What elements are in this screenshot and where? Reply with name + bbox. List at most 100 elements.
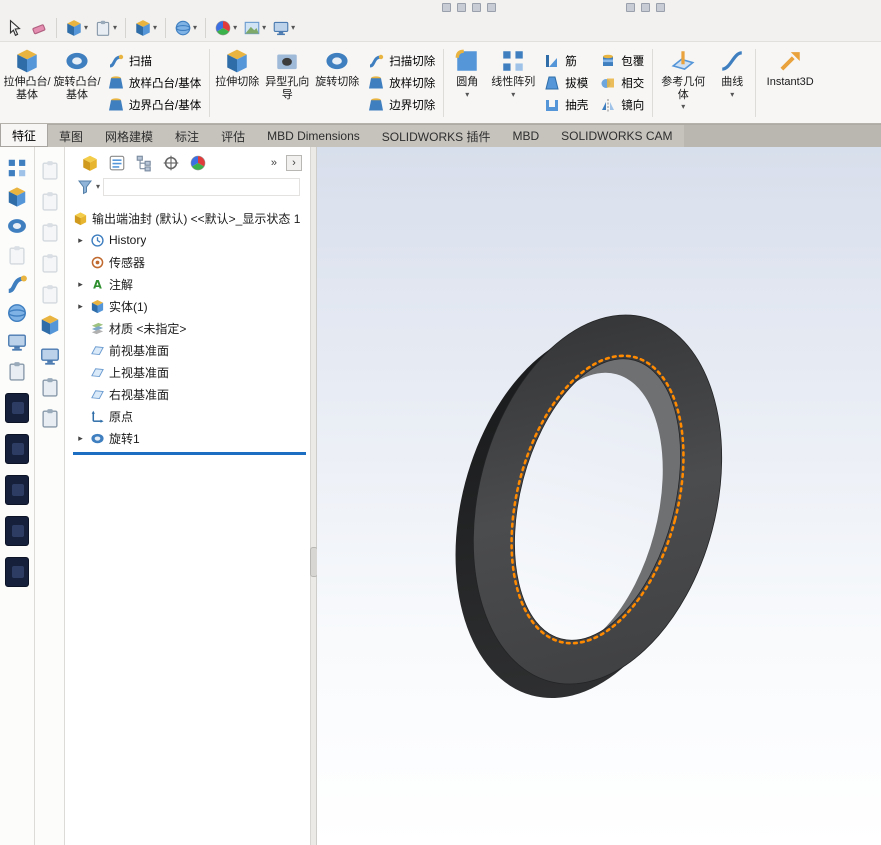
secondary-tool-button[interactable] <box>39 252 61 274</box>
shell-button[interactable]: 抽壳 <box>538 95 594 115</box>
tab-mbd-dimensions[interactable]: MBD Dimensions <box>256 125 371 147</box>
draft-button[interactable]: 拔模 <box>538 73 594 93</box>
tree-item-material[interactable]: 材质 <未指定> <box>73 317 310 339</box>
left-tool-sphere-button[interactable] <box>6 302 28 324</box>
titlebar-icon[interactable] <box>626 2 635 12</box>
rib-button[interactable]: 筋 <box>538 51 594 71</box>
display-manager-tab[interactable] <box>189 154 207 172</box>
tree-item-solid-bodies[interactable]: ▸ 实体(1) <box>73 295 310 317</box>
macro-button-3[interactable] <box>5 475 29 505</box>
dimxpert-manager-tab[interactable] <box>162 154 180 172</box>
rollback-bar[interactable] <box>73 452 306 455</box>
secondary-tool-button[interactable] <box>39 376 61 398</box>
tree-item-right-plane[interactable]: 右视基准面 <box>73 383 310 405</box>
expand-arrow-icon[interactable]: ▸ <box>75 301 86 312</box>
titlebar-icon[interactable] <box>641 2 650 12</box>
tab-scroll-icon[interactable]: » <box>271 157 277 169</box>
extrude-cut-button[interactable]: 拉伸切除 <box>212 44 262 122</box>
tree-item-origin[interactable]: 原点 <box>73 405 310 427</box>
loft-cut-button[interactable]: 放样切除 <box>362 73 441 93</box>
tree-item-sensors[interactable]: 传感器 <box>73 251 310 273</box>
secondary-tool-button[interactable] <box>39 190 61 212</box>
boundary-cut-button[interactable]: 边界切除 <box>362 95 441 115</box>
reference-geometry-button[interactable]: 参考几何体 ▾ <box>655 44 711 122</box>
macro-button-5[interactable] <box>5 557 29 587</box>
panel-expand-icon[interactable]: › <box>286 155 302 171</box>
extrude-boss-button[interactable]: 拉伸凸台/基体 <box>2 44 52 122</box>
dropdown-arrow-icon[interactable]: ▾ <box>291 23 295 32</box>
expand-arrow-icon[interactable]: ▸ <box>75 235 86 246</box>
revolve-cut-button[interactable]: 旋转切除 <box>312 44 362 122</box>
secondary-tool-button[interactable] <box>39 221 61 243</box>
export-assembly-button[interactable]: ▾ <box>92 17 119 39</box>
loft-button[interactable]: 放样凸台/基体 <box>102 73 207 93</box>
left-tool-clipboard-button[interactable] <box>6 244 28 266</box>
view-cube-button[interactable]: ▾ <box>132 17 159 39</box>
titlebar-icon[interactable] <box>487 2 496 12</box>
wrap-button[interactable]: 包覆 <box>594 51 650 71</box>
tab-solidworks-addins[interactable]: SOLIDWORKS 插件 <box>371 125 502 147</box>
tree-item-top-plane[interactable]: 上视基准面 <box>73 361 310 383</box>
tree-item-revolve1[interactable]: ▸ 旋转1 <box>73 427 310 449</box>
titlebar-icon[interactable] <box>442 2 451 12</box>
left-tool-monitor-button[interactable] <box>6 331 28 353</box>
dropdown-arrow-icon[interactable]: ▾ <box>681 103 685 111</box>
left-tool-revolve-button[interactable] <box>6 215 28 237</box>
instant3d-button[interactable]: Instant3D <box>758 44 822 122</box>
secondary-tool-active-button[interactable] <box>39 314 61 336</box>
dropdown-arrow-icon[interactable]: ▾ <box>730 90 734 99</box>
intersect-button[interactable]: 相交 <box>594 73 650 93</box>
secondary-tool-button[interactable] <box>39 407 61 429</box>
tab-features[interactable]: 特征 <box>0 124 49 147</box>
tree-item-front-plane[interactable]: 前视基准面 <box>73 339 310 361</box>
dropdown-arrow-icon[interactable]: ▾ <box>96 183 100 191</box>
dropdown-arrow-icon[interactable]: ▾ <box>84 23 88 32</box>
dropdown-arrow-icon[interactable]: ▾ <box>113 23 117 32</box>
select-pointer-button[interactable] <box>4 17 26 39</box>
left-tool-box-button[interactable] <box>6 186 28 208</box>
secondary-tool-button[interactable] <box>39 283 61 305</box>
eraser-button[interactable] <box>28 17 50 39</box>
display-settings-button[interactable]: ▾ <box>270 17 297 39</box>
expand-arrow-icon[interactable]: ▸ <box>75 279 86 290</box>
dropdown-arrow-icon[interactable]: ▾ <box>262 23 266 32</box>
left-tool-pattern-button[interactable] <box>6 157 28 179</box>
dropdown-arrow-icon[interactable]: ▾ <box>153 23 157 32</box>
macro-button-4[interactable] <box>5 516 29 546</box>
revolve-boss-button[interactable]: 旋转凸台/基体 <box>52 44 102 122</box>
dropdown-arrow-icon[interactable]: ▾ <box>465 90 469 99</box>
tab-solidworks-cam[interactable]: SOLIDWORKS CAM <box>550 125 683 147</box>
tab-mesh-modeling[interactable]: 网格建模 <box>94 125 164 147</box>
featuremanager-filter-input[interactable] <box>103 178 300 196</box>
tree-item-history[interactable]: ▸ History <box>73 229 310 251</box>
dropdown-arrow-icon[interactable]: ▾ <box>511 90 515 99</box>
mirror-button[interactable]: 镜向 <box>594 95 650 115</box>
dropdown-arrow-icon[interactable]: ▾ <box>233 23 237 32</box>
titlebar-icon[interactable] <box>472 2 481 12</box>
scene-button[interactable]: ▾ <box>241 17 268 39</box>
tab-sketch[interactable]: 草图 <box>48 125 94 147</box>
export-part-button[interactable]: ▾ <box>63 17 90 39</box>
macro-button-2[interactable] <box>5 434 29 464</box>
hole-wizard-button[interactable]: 异型孔向导 <box>262 44 312 122</box>
secondary-tool-button[interactable] <box>39 159 61 181</box>
tree-item-annotations[interactable]: ▸ 注解 <box>73 273 310 295</box>
titlebar-icon[interactable] <box>656 2 665 12</box>
curves-button[interactable]: 曲线 ▾ <box>711 44 753 122</box>
appearance-button[interactable]: ▾ <box>212 17 239 39</box>
dropdown-arrow-icon[interactable]: ▾ <box>193 23 197 32</box>
configuration-manager-tab[interactable] <box>135 154 153 172</box>
left-tool-sweep-button[interactable] <box>6 273 28 295</box>
view-orientation-button[interactable]: ▾ <box>172 17 199 39</box>
macro-button-1[interactable] <box>5 393 29 423</box>
secondary-tool-monitor-button[interactable] <box>39 345 61 367</box>
fillet-button[interactable]: 圆角 ▾ <box>446 44 488 122</box>
featuremanager-tree-tab[interactable] <box>81 154 99 172</box>
panel-splitter[interactable] <box>310 147 318 845</box>
linear-pattern-button[interactable]: 线性阵列 ▾ <box>488 44 538 122</box>
tab-evaluate[interactable]: 评估 <box>210 125 256 147</box>
sweep-cut-button[interactable]: 扫描切除 <box>362 51 441 71</box>
graphics-viewport[interactable] <box>317 147 881 845</box>
expand-arrow-icon[interactable]: ▸ <box>75 433 86 444</box>
tree-root-item[interactable]: 输出端油封 (默认) <<默认>_显示状态 1 <box>73 207 310 229</box>
